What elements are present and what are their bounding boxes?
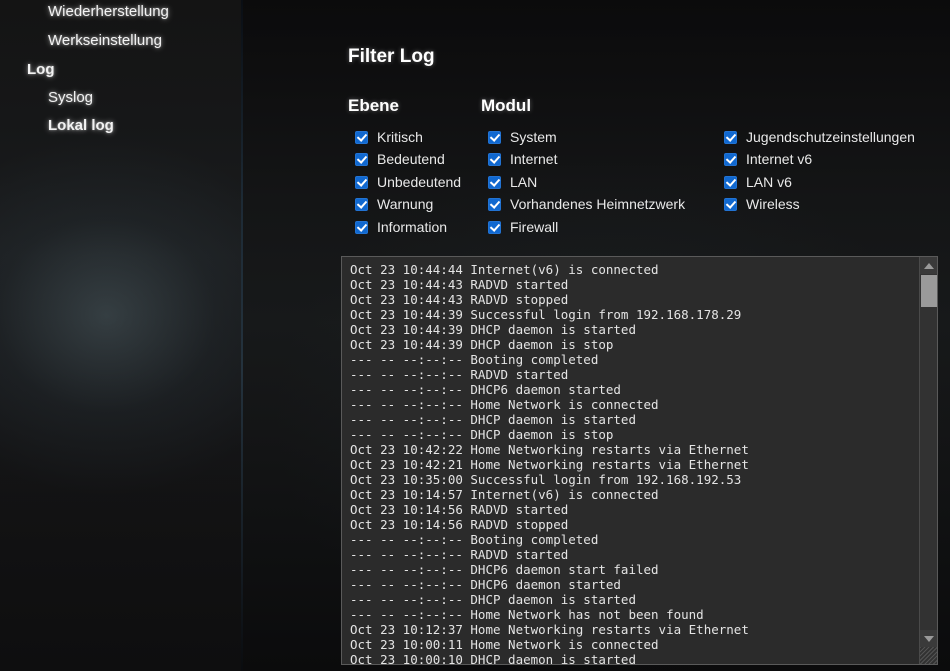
checkbox-row-lan-v6[interactable]: LAN v6 bbox=[724, 175, 792, 189]
sidebar-item-lokal-log[interactable]: Lokal log bbox=[48, 118, 114, 134]
checkbox-label-jugendschutzeinstellungen: Jugendschutzeinstellungen bbox=[746, 129, 915, 145]
checkbox-row-lan[interactable]: LAN bbox=[488, 175, 537, 189]
checkbox-internet[interactable] bbox=[488, 152, 501, 166]
checkbox-label-warnung: Warnung bbox=[377, 196, 434, 212]
checkbox-label-system: System bbox=[510, 129, 557, 145]
checkbox-vorhandenes-heimnetzwerk[interactable] bbox=[488, 197, 501, 211]
checkbox-unbedeutend[interactable] bbox=[355, 175, 368, 189]
log-scrollbar[interactable] bbox=[919, 257, 937, 664]
sidebar-item-syslog[interactable]: Syslog bbox=[48, 90, 93, 106]
checkbox-label-bedeutend: Bedeutend bbox=[377, 151, 445, 167]
checkbox-internet-v6[interactable] bbox=[724, 152, 737, 166]
checkbox-label-lan-v6: LAN v6 bbox=[746, 174, 792, 190]
scroll-up-button[interactable] bbox=[920, 257, 937, 274]
checkbox-lan-v6[interactable] bbox=[724, 175, 737, 189]
log-output-text: Oct 23 10:44:44 Internet(v6) is connecte… bbox=[350, 262, 749, 665]
checkbox-warnung[interactable] bbox=[355, 197, 368, 211]
checkbox-row-jugendschutzeinstellungen[interactable]: Jugendschutzeinstellungen bbox=[724, 130, 915, 144]
checkbox-row-bedeutend[interactable]: Bedeutend bbox=[355, 152, 445, 166]
checkbox-row-internet-v6[interactable]: Internet v6 bbox=[724, 152, 812, 166]
checkbox-system[interactable] bbox=[488, 130, 501, 144]
checkbox-firewall[interactable] bbox=[488, 220, 501, 234]
checkbox-row-warnung[interactable]: Warnung bbox=[355, 197, 433, 211]
checkbox-information[interactable] bbox=[355, 220, 368, 234]
checkbox-label-information: Information bbox=[377, 219, 448, 235]
checkbox-row-wireless[interactable]: Wireless bbox=[724, 197, 800, 211]
checkbox-row-vorhandenes-heimnetzwerk[interactable]: Vorhandenes Heimnetzwerk bbox=[488, 197, 685, 211]
checkbox-row-kritisch[interactable]: Kritisch bbox=[355, 130, 423, 144]
log-output-panel[interactable]: Oct 23 10:44:44 Internet(v6) is connecte… bbox=[341, 256, 938, 665]
sidebar-item-log[interactable]: Log bbox=[27, 62, 55, 78]
checkbox-jugendschutzeinstellungen[interactable] bbox=[724, 130, 737, 144]
checkbox-bedeutend[interactable] bbox=[355, 152, 368, 166]
checkbox-label-internet-v6: Internet v6 bbox=[746, 151, 813, 167]
checkbox-label-internet: Internet bbox=[510, 151, 558, 167]
checkbox-label-vorhandenes-heimnetzwerk: Vorhandenes Heimnetzwerk bbox=[510, 196, 686, 212]
checkbox-row-information[interactable]: Information bbox=[355, 220, 447, 234]
checkbox-row-system[interactable]: System bbox=[488, 130, 557, 144]
scroll-down-button[interactable] bbox=[920, 630, 937, 647]
checkbox-row-firewall[interactable]: Firewall bbox=[488, 220, 558, 234]
checkbox-wireless[interactable] bbox=[724, 197, 737, 211]
checkbox-label-unbedeutend: Unbedeutend bbox=[377, 174, 462, 190]
checkbox-row-unbedeutend[interactable]: Unbedeutend bbox=[355, 175, 461, 189]
sidebar-item-werkseinstellung[interactable]: Werkseinstellung bbox=[48, 33, 162, 49]
chevron-down-icon bbox=[923, 635, 934, 642]
checkbox-label-wireless: Wireless bbox=[746, 196, 800, 212]
scrollbar-thumb[interactable] bbox=[921, 275, 937, 307]
checkbox-lan[interactable] bbox=[488, 175, 501, 189]
checkbox-label-lan: LAN bbox=[510, 174, 538, 190]
chevron-up-icon bbox=[923, 262, 934, 269]
column-heading-modul: Modul bbox=[481, 96, 532, 115]
sidebar-item-wiederherstellung[interactable]: Wiederherstellung bbox=[48, 4, 169, 20]
checkbox-row-internet[interactable]: Internet bbox=[488, 152, 557, 166]
main-content: Filter Log Ebene Modul Kritisch Bedeuten… bbox=[243, 0, 950, 671]
sidebar-navigation: Wiederherstellung Werkseinstellung Log S… bbox=[0, 0, 242, 671]
resize-grip-handle[interactable] bbox=[920, 647, 937, 664]
checkbox-label-firewall: Firewall bbox=[510, 219, 559, 235]
router-admin-page: Wiederherstellung Werkseinstellung Log S… bbox=[0, 0, 950, 671]
checkbox-label-kritisch: Kritisch bbox=[377, 129, 423, 145]
checkbox-kritisch[interactable] bbox=[355, 130, 368, 144]
page-title: Filter Log bbox=[348, 46, 435, 67]
column-heading-ebene: Ebene bbox=[348, 96, 400, 115]
